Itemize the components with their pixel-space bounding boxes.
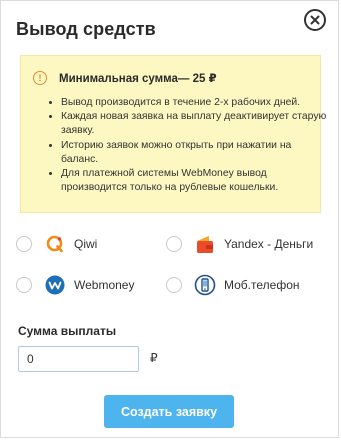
radio-webmoney[interactable] [16, 277, 32, 293]
withdraw-dialog: Вывод средств ! Минимальная сумма— 25 ₽ … [0, 0, 339, 438]
notice-item: Каждая новая заявка на выплату деактивир… [61, 110, 331, 138]
method-webmoney[interactable]: Webmoney [16, 274, 134, 296]
mobile-phone-icon [194, 274, 216, 296]
notice-item: Вывод производится в течение 2-х рабочих… [61, 96, 331, 110]
method-label: Yandex - Деньги [224, 237, 314, 251]
webmoney-icon [44, 274, 66, 296]
notice-list: Вывод производится в течение 2-х рабочих… [47, 96, 331, 195]
notice-title: Минимальная сумма— 25 ₽ [59, 73, 217, 85]
method-mobile-phone[interactable]: Моб.телефон [166, 274, 300, 296]
method-label: Моб.телефон [224, 278, 300, 292]
qiwi-icon [44, 233, 66, 255]
method-label: Webmoney [74, 278, 135, 292]
method-qiwi[interactable]: Qiwi [16, 233, 97, 255]
method-label: Qiwi [74, 237, 98, 251]
dialog-title: Вывод средств [16, 19, 156, 39]
method-yandex-money[interactable]: Yandex - Деньги [166, 233, 313, 255]
radio-yandex-money[interactable] [166, 236, 182, 252]
info-icon: ! [33, 71, 47, 85]
notice-item: Историю заявок можно открыть при нажатии… [61, 139, 331, 167]
close-icon [310, 15, 320, 25]
currency-symbol: ₽ [150, 351, 158, 365]
payment-methods: Qiwi Yandex - Деньги Webmoney Моб.телефо… [16, 228, 326, 318]
radio-qiwi[interactable] [16, 236, 32, 252]
radio-mobile-phone[interactable] [166, 277, 182, 293]
yandex-money-icon [194, 233, 216, 255]
create-request-button[interactable]: Создать заявку [104, 395, 234, 428]
close-button[interactable] [304, 9, 326, 31]
amount-input[interactable] [18, 346, 139, 372]
notice-item: Для платежной системы WebMoney вывод про… [61, 167, 331, 195]
amount-label: Сумма выплаты [18, 324, 117, 338]
info-notice: ! Минимальная сумма— 25 ₽ Вывод производ… [20, 55, 326, 213]
